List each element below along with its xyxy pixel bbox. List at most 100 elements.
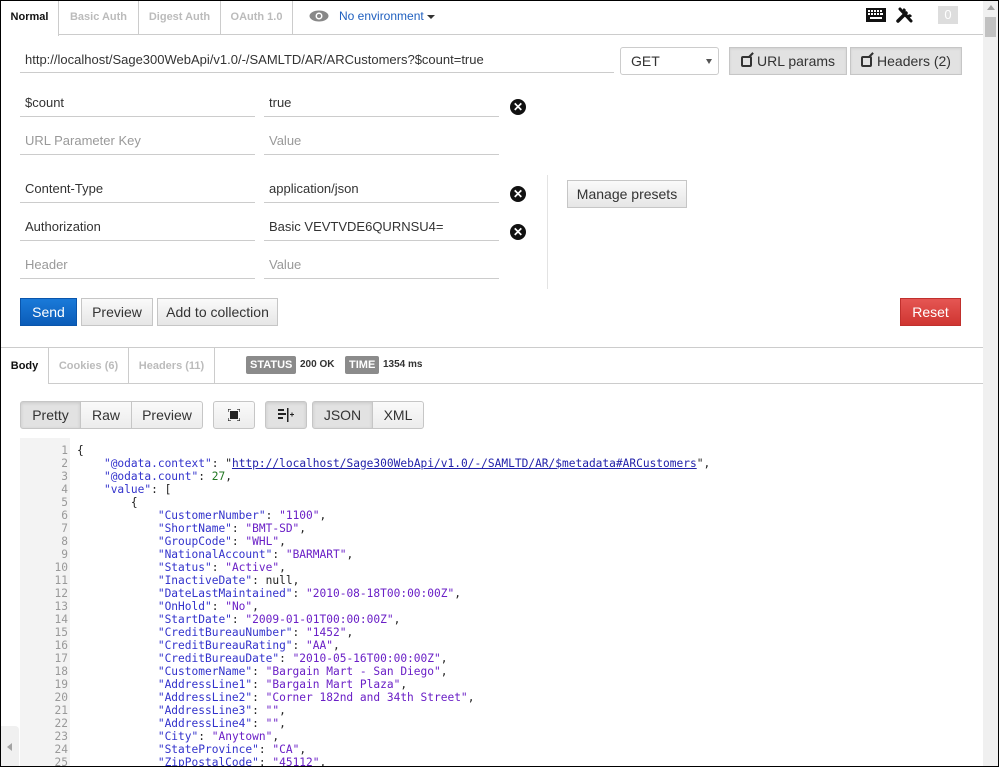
preview-button[interactable]: Preview [81, 298, 153, 326]
divider [49, 383, 983, 384]
header-value-field[interactable]: application/json [264, 175, 499, 203]
code-text: "AddressLine1": "Bargain Mart Plaza", [157, 678, 408, 691]
notification-badge[interactable]: 0 [938, 6, 958, 24]
line-number: 22 [54, 717, 68, 730]
vertical-scrollbar[interactable] [983, 1, 998, 766]
json-string: "45112" [272, 756, 320, 766]
code-line: 8 "GroupCode": "WHL", [20, 535, 980, 548]
code-line: 3 "@odata.count": 27, [20, 470, 980, 483]
line-number: 2 [61, 457, 68, 470]
param-key-field[interactable]: $count [20, 89, 255, 117]
line-number: 16 [54, 639, 68, 652]
code-text: "Status": "Active", [157, 561, 286, 574]
tab-basic-auth[interactable]: Basic Auth [59, 1, 139, 35]
header-value-placeholder[interactable]: Value [264, 251, 499, 279]
tab-response-headers[interactable]: Headers (11) [129, 348, 215, 383]
tab-oauth[interactable]: OAuth 1.0 [221, 1, 293, 35]
code-line: 11 "InactiveDate": null, [20, 574, 980, 587]
param-key-placeholder[interactable]: URL Parameter Key [20, 127, 255, 155]
json-string: "Active" [225, 561, 280, 574]
code-line: 13 "OnHold": "No", [20, 600, 980, 613]
code-text: { [77, 444, 84, 457]
tab-normal[interactable]: Normal [1, 1, 59, 36]
json-key: "AddressLine4" [157, 717, 253, 730]
fullscreen-icon [227, 408, 241, 422]
json-string: "2010-08-18T00:00:00Z" [306, 587, 455, 600]
code-line: 15 "CreditBureauNumber": "1452", [20, 626, 980, 639]
fullscreen-button[interactable] [213, 401, 255, 429]
code-line: 22 "AddressLine4": "", [20, 717, 980, 730]
json-string: "1452" [306, 626, 347, 639]
json-link[interactable]: http://localhost/Sage300WebApi/v1.0/-/SA… [232, 457, 697, 470]
header-key-placeholder[interactable]: Header [20, 251, 255, 279]
view-pretty-button[interactable]: Pretty [20, 401, 81, 429]
line-number: 10 [54, 561, 68, 574]
line-number: 3 [61, 470, 68, 483]
format-json-button[interactable]: JSON [312, 401, 373, 429]
remove-header-icon[interactable]: ✕ [510, 224, 526, 240]
format-xml-button[interactable]: XML [372, 401, 424, 429]
status-badge: STATUS [246, 356, 297, 374]
json-key: "OnHold" [157, 600, 212, 613]
response-body[interactable]: 1{2 "@odata.context": "http://localhost/… [20, 444, 980, 766]
wrap-lines-icon [278, 408, 294, 422]
json-key: "StartDate" [157, 613, 232, 626]
time-value: 1354 ms [383, 359, 423, 370]
header-value-field[interactable]: Basic VEVTVDE6QURNSU4= [264, 213, 499, 241]
code-text: { [130, 496, 138, 509]
json-string: "" [265, 717, 280, 730]
remove-param-icon[interactable]: ✕ [510, 99, 526, 115]
json-key: "GroupCode" [157, 535, 232, 548]
line-number: 9 [61, 548, 68, 561]
code-text: "InactiveDate": null, [157, 574, 300, 587]
header-key-field[interactable]: Content-Type [20, 175, 255, 203]
send-button[interactable]: Send [20, 298, 77, 326]
json-string: "BMT-SD" [245, 522, 300, 535]
headers-label: Headers (2) [877, 53, 951, 69]
code-line: 7 "ShortName": "BMT-SD", [20, 522, 980, 535]
view-preview-button[interactable]: Preview [131, 401, 203, 429]
horizontal-scrollbar[interactable] [1, 726, 19, 766]
line-number: 17 [54, 652, 68, 665]
line-number: 7 [61, 522, 68, 535]
add-to-collection-button[interactable]: Add to collection [157, 298, 278, 326]
json-key: "CreditBureauDate" [157, 652, 280, 665]
param-value-placeholder[interactable]: Value [264, 127, 499, 155]
status-value: 200 OK [300, 359, 335, 370]
json-key: "City" [157, 730, 199, 743]
remove-header-icon[interactable]: ✕ [510, 186, 526, 202]
param-value-field[interactable]: true [264, 89, 499, 117]
top-icons: 0 [866, 6, 958, 24]
json-key: "CreditBureauRating" [157, 639, 293, 652]
line-number: 12 [54, 587, 68, 600]
wrench-icon[interactable] [896, 6, 914, 24]
headers-button[interactable]: Headers (2) [850, 47, 962, 75]
json-key: "@odata.context" [103, 457, 212, 470]
url-params-button[interactable]: URL params [729, 47, 847, 75]
header-key-field[interactable]: Authorization [20, 213, 255, 241]
keyboard-icon[interactable] [866, 8, 886, 22]
code-text: "AddressLine4": "", [157, 717, 286, 730]
code-text: "@odata.context": "http://localhost/Sage… [103, 457, 711, 470]
url-input[interactable] [20, 47, 614, 73]
manage-presets-button[interactable]: Manage presets [567, 180, 687, 208]
environment-selector[interactable]: No environment [309, 9, 435, 23]
scroll-up-icon[interactable] [987, 5, 995, 10]
tab-body[interactable]: Body [1, 348, 49, 384]
json-key: "StateProvince" [157, 743, 259, 756]
json-string: "Bargain Mart - San Diego" [265, 665, 441, 678]
tab-digest-auth[interactable]: Digest Auth [139, 1, 221, 35]
code-text: "ShortName": "BMT-SD", [157, 522, 307, 535]
view-raw-button[interactable]: Raw [80, 401, 132, 429]
json-string: "2009-01-01T00:00:00Z" [245, 613, 394, 626]
scroll-left-icon[interactable] [7, 743, 12, 751]
line-number: 13 [54, 600, 68, 613]
tab-cookies[interactable]: Cookies (6) [49, 348, 129, 383]
method-select[interactable]: GET [620, 47, 719, 75]
wrap-toggle-button[interactable] [265, 401, 307, 429]
code-text: "AddressLine3": "", [157, 704, 286, 717]
code-text: "ZipPostalCode": "45112", [77, 756, 326, 766]
code-line: 1{ [20, 444, 980, 457]
reset-button[interactable]: Reset [900, 298, 961, 326]
scrollbar-thumb[interactable] [985, 17, 996, 37]
